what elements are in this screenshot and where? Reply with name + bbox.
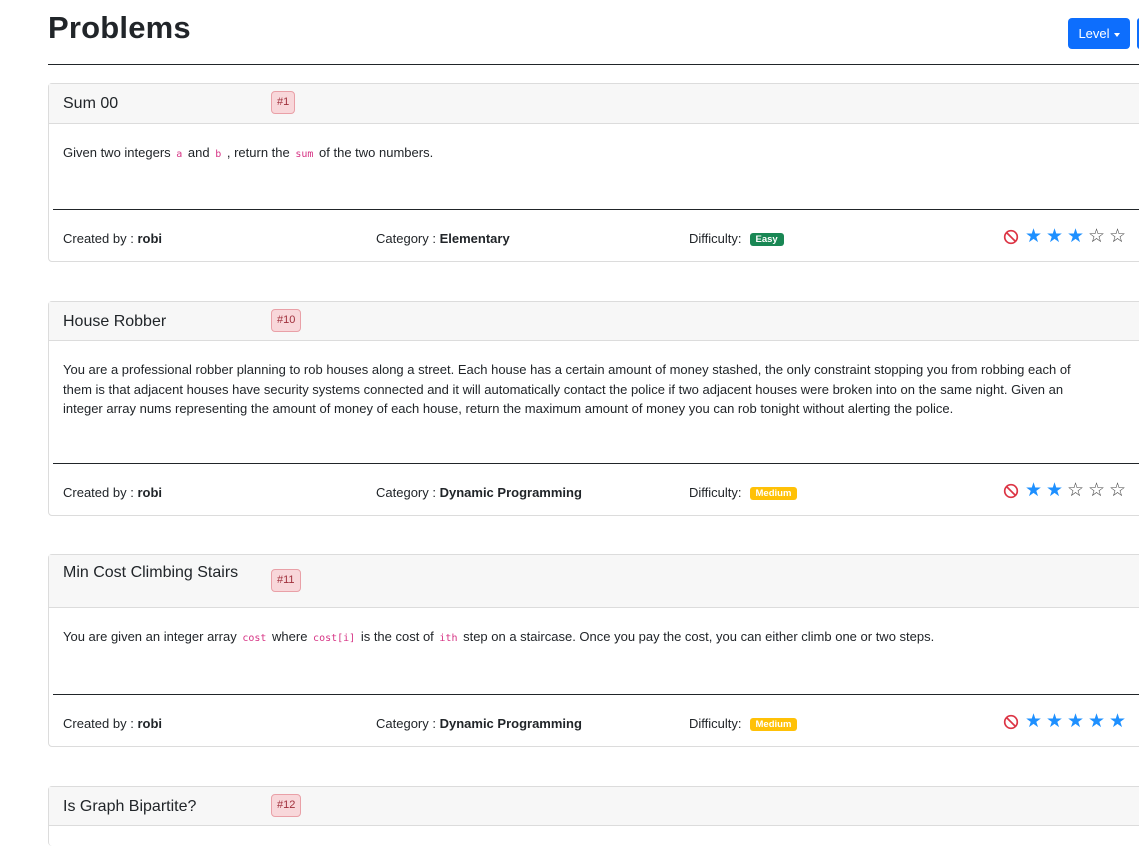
desc-text: is the cost of <box>357 629 438 644</box>
page-title: Problems <box>48 10 191 45</box>
problem-card-header: Is Graph Bipartite? #12 <box>49 787 1139 826</box>
star-icon[interactable]: ★ <box>1108 712 1127 731</box>
difficulty-badge: Medium <box>749 718 798 732</box>
rating[interactable]: ★ ★ ★ ★ ★ <box>1003 712 1127 731</box>
level-dropdown-button[interactable]: Level <box>1068 18 1130 49</box>
star-icon[interactable]: ★ <box>1045 481 1064 500</box>
problem-id-badge: #12 <box>271 794 302 817</box>
problem-title[interactable]: Min Cost Climbing Stairs <box>63 563 243 582</box>
category-value: Dynamic Programming <box>439 485 582 500</box>
problem-card[interactable]: Min Cost Climbing Stairs #11 You are giv… <box>48 554 1139 747</box>
difficulty: Difficulty: Easy <box>689 231 784 247</box>
desc-code: cost[i] <box>313 633 356 644</box>
star-icon[interactable]: ★ <box>1087 712 1106 731</box>
desc-text: step on a staircase. Once you pay the co… <box>459 629 935 644</box>
problem-title[interactable]: House Robber <box>63 312 243 331</box>
desc-text: , return the <box>223 145 294 160</box>
desc-text: and <box>184 145 214 160</box>
category: Category : Elementary <box>376 231 510 246</box>
author-name: robi <box>137 485 162 500</box>
created-by: Created by : robi <box>63 716 162 731</box>
problem-title[interactable]: Sum 00 <box>63 94 243 113</box>
created-by-label: Created by : <box>63 231 138 246</box>
difficulty-badge: Medium <box>749 487 798 501</box>
desc-text: where <box>268 629 312 644</box>
category: Category : Dynamic Programming <box>376 485 582 500</box>
star-icon[interactable]: ☆ <box>1087 227 1106 246</box>
desc-text: You are given an integer array <box>63 629 241 644</box>
problem-card-header: Min Cost Climbing Stairs #11 <box>49 555 1139 608</box>
ban-icon[interactable] <box>1003 229 1019 245</box>
desc-text: Given two integers <box>63 145 175 160</box>
category-value: Elementary <box>439 231 510 246</box>
problem-id-badge: #11 <box>271 569 301 592</box>
problem-card[interactable]: Sum 00 #1 Given two integers a and b , r… <box>48 83 1139 262</box>
star-icon[interactable]: ★ <box>1045 227 1064 246</box>
desc-text: of the two numbers. <box>315 145 434 160</box>
star-icon[interactable]: ☆ <box>1108 227 1127 246</box>
category-label: Category : <box>376 485 440 500</box>
problem-title[interactable]: Is Graph Bipartite? <box>63 797 243 816</box>
category-label: Category : <box>376 716 440 731</box>
desc-code: b <box>215 149 222 160</box>
star-icon[interactable]: ★ <box>1066 227 1085 246</box>
desc-code: cost <box>242 633 267 644</box>
difficulty-label: Difficulty: <box>689 716 742 731</box>
rating[interactable]: ★ ★ ★ ☆ ☆ <box>1003 227 1127 246</box>
difficulty-label: Difficulty: <box>689 485 742 500</box>
star-icon[interactable]: ★ <box>1066 712 1085 731</box>
title-divider <box>48 64 1139 65</box>
star-icon[interactable]: ★ <box>1024 227 1043 246</box>
rating[interactable]: ★ ★ ☆ ☆ ☆ <box>1003 481 1127 500</box>
author-name: robi <box>137 716 162 731</box>
category-label: Category : <box>376 231 440 246</box>
category: Category : Dynamic Programming <box>376 716 582 731</box>
problem-card-header: Sum 00 #1 <box>49 84 1139 124</box>
created-by-label: Created by : <box>63 716 138 731</box>
author-name: robi <box>137 231 162 246</box>
difficulty: Difficulty: Medium <box>689 716 798 732</box>
desc-code: ith <box>439 633 458 644</box>
desc-code: a <box>176 149 183 160</box>
difficulty: Difficulty: Medium <box>689 485 798 501</box>
ban-icon[interactable] <box>1003 714 1019 730</box>
difficulty-badge: Easy <box>749 233 784 247</box>
problem-card[interactable]: Is Graph Bipartite? #12 <box>48 786 1139 846</box>
caret-down-icon <box>1113 32 1120 37</box>
difficulty-label: Difficulty: <box>689 231 742 246</box>
created-by-label: Created by : <box>63 485 138 500</box>
problem-card-footer: Created by : robi Category : Dynamic Pro… <box>53 694 1139 746</box>
problem-description: You are a professional robber planning t… <box>63 362 1071 416</box>
desc-code: sum <box>295 149 314 160</box>
problem-card-header: House Robber #10 <box>49 302 1139 341</box>
level-button-label: Level <box>1078 26 1110 41</box>
star-icon[interactable]: ★ <box>1024 712 1043 731</box>
category-value: Dynamic Programming <box>439 716 582 731</box>
created-by: Created by : robi <box>63 231 162 246</box>
problem-id-badge: #10 <box>271 309 302 332</box>
problem-card[interactable]: House Robber #10 You are a professional … <box>48 301 1139 516</box>
star-icon[interactable]: ☆ <box>1108 481 1127 500</box>
problem-card-footer: Created by : robi Category : Elementary … <box>53 209 1139 261</box>
star-icon[interactable]: ★ <box>1045 712 1064 731</box>
star-icon[interactable]: ☆ <box>1066 481 1085 500</box>
problem-description: You are given an integer array cost wher… <box>63 627 1086 649</box>
created-by: Created by : robi <box>63 485 162 500</box>
problem-description: Given two integers a and b , return the … <box>63 143 1086 165</box>
star-icon[interactable]: ★ <box>1024 481 1043 500</box>
problem-card-footer: Created by : robi Category : Dynamic Pro… <box>53 463 1139 515</box>
star-icon[interactable]: ☆ <box>1087 481 1106 500</box>
ban-icon[interactable] <box>1003 483 1019 499</box>
problem-id-badge: #1 <box>271 91 296 114</box>
